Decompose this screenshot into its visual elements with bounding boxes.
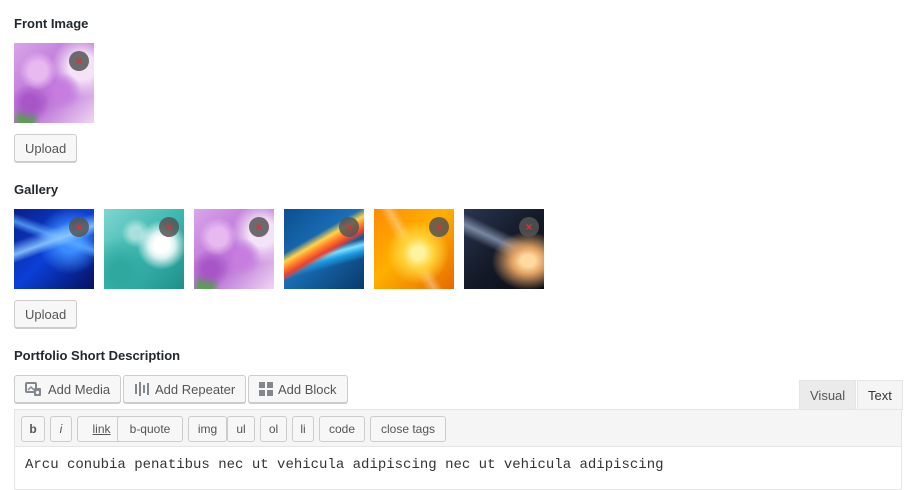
gallery-item: × [104, 209, 184, 289]
remove-gallery-image-button[interactable]: × [249, 217, 269, 237]
quicktags-toolbar: b i link b-quote img ul ol li code close… [14, 409, 902, 447]
gallery-item: × [14, 209, 94, 289]
front-image-upload-label: Upload [25, 140, 67, 156]
quicktag-code-button[interactable]: code [319, 416, 365, 442]
gallery-item: × [194, 209, 274, 289]
quicktag-ol-button[interactable]: ol [260, 416, 287, 442]
add-block-label: Add Block [278, 381, 337, 397]
remove-gallery-image-button[interactable]: × [519, 217, 539, 237]
tab-visual[interactable]: Visual [799, 380, 857, 409]
tab-visual-label: Visual [810, 387, 846, 403]
description-text-editor[interactable]: Arcu conubia penatibus nec ut vehicula a… [14, 447, 902, 490]
gallery-item: × [464, 209, 544, 289]
add-repeater-label: Add Repeater [155, 381, 236, 397]
quicktag-italic-button[interactable]: i [50, 416, 72, 442]
add-block-button[interactable]: Add Block [248, 375, 348, 403]
description-label: Portfolio Short Description [14, 348, 181, 363]
front-image-upload-button[interactable]: Upload [14, 134, 78, 162]
quicktag-bold-button[interactable]: b [21, 416, 45, 442]
quicktag-li-button[interactable]: li [292, 416, 314, 442]
block-grid-icon [259, 382, 273, 396]
repeater-icon [134, 381, 150, 397]
remove-gallery-image-button[interactable]: × [159, 217, 179, 237]
remove-front-image-button[interactable]: × [69, 51, 89, 71]
add-media-label: Add Media [48, 381, 111, 397]
add-repeater-button[interactable]: Add Repeater [123, 375, 247, 403]
quicktag-img-button[interactable]: img [188, 416, 227, 442]
gallery-item: × [284, 209, 364, 289]
remove-gallery-image-button[interactable]: × [429, 217, 449, 237]
tab-text-label: Text [868, 388, 892, 403]
remove-gallery-image-button[interactable]: × [339, 217, 359, 237]
add-media-button[interactable]: Add Media [14, 375, 122, 403]
tab-text[interactable]: Text [857, 380, 903, 410]
remove-gallery-image-button[interactable]: × [69, 217, 89, 237]
add-media-icon [25, 381, 43, 397]
gallery-upload-button[interactable]: Upload [14, 300, 78, 328]
gallery-upload-label: Upload [25, 306, 67, 322]
gallery-item: × [374, 209, 454, 289]
front-image-thumbnail: × [14, 43, 94, 123]
front-image-label: Front Image [14, 16, 89, 31]
gallery-label: Gallery [14, 182, 59, 197]
quicktag-ul-button[interactable]: ul [227, 416, 255, 442]
quicktag-bquote-button[interactable]: b-quote [117, 416, 183, 442]
quicktag-close-tags-button[interactable]: close tags [370, 416, 446, 442]
